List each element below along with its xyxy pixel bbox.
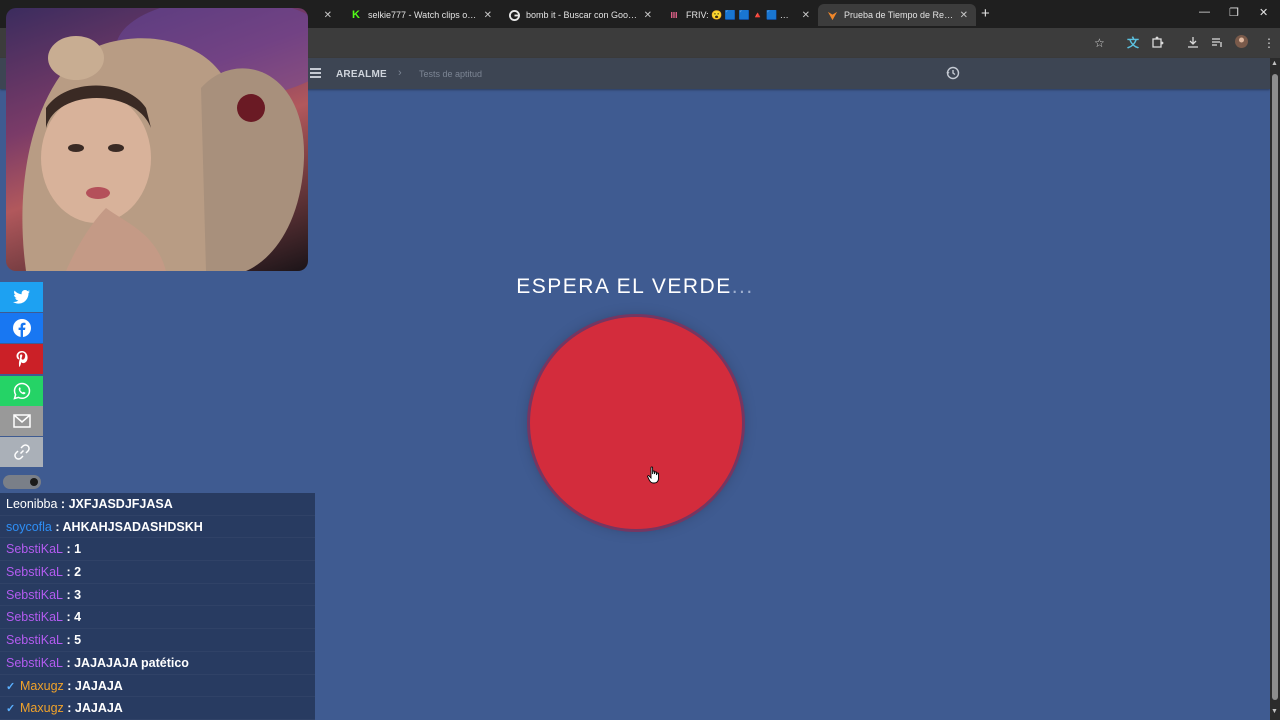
hand-cursor-icon	[647, 466, 661, 484]
kick-icon: K	[352, 9, 360, 21]
chat-username: soycofla	[6, 519, 52, 534]
chat-separator: :	[62, 542, 75, 557]
share-pinterest-button[interactable]	[0, 344, 43, 374]
chat-separator: :	[62, 565, 75, 580]
stream-chat-overlay: Leonibba : JXFJASDJFJASA soycofla : AHKAH…	[0, 493, 315, 720]
scrollbar-thumb[interactable]	[1272, 74, 1278, 700]
arealme-icon	[826, 9, 838, 21]
chat-separator: :	[51, 519, 63, 534]
tab-close-icon[interactable]: ✕	[644, 10, 652, 21]
chat-username: Leonibba	[6, 497, 58, 511]
moderator-badge-icon: ✓	[6, 680, 16, 693]
chat-message: SebstiKaL : 1	[0, 538, 315, 562]
webcam-image	[22, 8, 308, 271]
download-icon[interactable]	[1187, 36, 1199, 51]
tab-title: FRIV: 😮 🟦 🟦 🔺 🟦 🟦 😮	[686, 9, 796, 20]
chat-username: SebstiKaL	[6, 633, 63, 648]
browser-tab[interactable]: III FRIV: 😮 🟦 🟦 🔺 🟦 🟦 😮 ✕	[660, 4, 818, 26]
minimize-icon[interactable]: —	[1199, 6, 1210, 18]
pinterest-icon	[16, 351, 28, 367]
moderator-badge-icon: ✓	[6, 703, 16, 716]
puzzle-icon[interactable]	[1152, 36, 1164, 51]
tab-title: bomb it - Buscar con Google	[526, 10, 638, 20]
chat-separator: :	[63, 701, 75, 716]
new-tab-button[interactable]: +	[981, 5, 990, 22]
chat-message: SebstiKaL : JAJAJAJA patético	[0, 651, 315, 675]
chat-text: 4	[74, 610, 82, 625]
tab-close-icon[interactable]: ✕	[802, 10, 810, 21]
twitter-icon	[12, 290, 30, 304]
chat-message: ✓ Maxugz : JAJAJA	[0, 674, 315, 698]
tab-title: selkie777 - Watch clips on Kick	[368, 10, 478, 20]
share-link-button[interactable]	[0, 437, 43, 467]
chat-separator: :	[62, 655, 75, 670]
chat-text: JXFJASDJFJASA	[68, 497, 173, 511]
history-icon[interactable]	[946, 66, 960, 80]
tab-title: Prueba de Tiempo de Reacción	[844, 10, 954, 20]
friv-icon: III	[670, 10, 678, 20]
hamburger-menu-icon[interactable]	[310, 68, 321, 78]
tab-close-icon[interactable]: ✕	[960, 10, 968, 21]
link-icon	[13, 444, 30, 460]
chat-separator: :	[62, 633, 75, 648]
chat-text: 2	[74, 565, 82, 580]
whatsapp-icon	[12, 382, 30, 400]
share-twitter-button[interactable]	[0, 282, 43, 312]
chat-message: SebstiKaL : 2	[0, 561, 315, 584]
kebab-menu-icon[interactable]: ⋮	[1263, 36, 1275, 50]
media-icon[interactable]	[1211, 36, 1223, 51]
chat-username: SebstiKaL	[6, 542, 63, 557]
google-icon	[508, 9, 520, 21]
restore-icon[interactable]: ❐	[1229, 6, 1239, 19]
chat-username: Maxugz	[20, 701, 64, 716]
chat-message: SebstiKaL : 3	[0, 583, 315, 607]
browser-tab[interactable]: K selkie777 - Watch clips on Kick ✕	[342, 4, 500, 26]
chat-message: SebstiKaL : 4	[0, 606, 315, 630]
chat-separator: :	[63, 678, 75, 693]
chat-separator: :	[62, 610, 75, 625]
star-icon[interactable]: ☆	[1094, 36, 1105, 50]
chat-text: JAJAJA	[74, 678, 123, 693]
chat-text: 5	[74, 633, 82, 648]
chat-username: SebstiKaL	[6, 565, 63, 580]
close-window-icon[interactable]: ✕	[1259, 6, 1268, 19]
reaction-target-circle[interactable]	[530, 317, 742, 529]
tab-close-icon[interactable]: ✕	[324, 10, 332, 21]
breadcrumb-separator: ›	[398, 67, 402, 79]
email-icon	[12, 414, 31, 428]
chat-message: Leonibba : JXFJASDJFJASA	[0, 493, 315, 516]
chat-text: 1	[74, 542, 82, 557]
scroll-down-arrow-icon[interactable]: ▼	[1271, 708, 1278, 715]
chat-message: ✓ Maxugz : JAJAJA	[0, 697, 315, 720]
test-instruction: ESPERA EL VERDE...	[440, 275, 830, 299]
chat-username: Maxugz	[20, 678, 64, 693]
chat-text: JAJAJAJA patético	[74, 655, 189, 670]
browser-tab[interactable]: bomb it - Buscar con Google ✕	[500, 4, 660, 26]
chat-username: SebstiKaL	[6, 587, 63, 602]
chat-separator: :	[62, 587, 75, 602]
site-logo[interactable]: AREALME	[336, 69, 387, 80]
breadcrumb[interactable]: Tests de aptitud	[419, 69, 482, 79]
extension-translate-icon[interactable]: 文	[1127, 36, 1139, 50]
profile-avatar[interactable]	[1235, 35, 1248, 51]
instruction-text: ESPERA EL VERDE	[516, 275, 732, 298]
chat-text: AHKAHJSADASHDSKH	[62, 519, 203, 534]
share-email-button[interactable]	[0, 406, 43, 436]
streamer-webcam	[6, 8, 308, 271]
facebook-icon	[12, 319, 31, 337]
chat-username: SebstiKaL	[6, 655, 63, 670]
chat-message: soycofla : AHKAHJSADASHDSKH	[0, 515, 315, 539]
chat-username: SebstiKaL	[6, 610, 63, 625]
tab-close-icon[interactable]: ✕	[484, 10, 492, 21]
share-panel-toggle[interactable]	[3, 475, 41, 489]
chat-text: 3	[74, 587, 82, 602]
browser-tab-active[interactable]: Prueba de Tiempo de Reacción ✕	[818, 4, 976, 26]
chat-separator: :	[57, 497, 69, 511]
share-facebook-button[interactable]	[0, 313, 43, 343]
scroll-up-arrow-icon[interactable]: ▲	[1271, 60, 1278, 67]
share-whatsapp-button[interactable]	[0, 376, 43, 406]
chat-text: JAJAJA	[74, 701, 123, 716]
instruction-dots: ...	[731, 275, 754, 298]
chat-message: SebstiKaL : 5	[0, 629, 315, 652]
